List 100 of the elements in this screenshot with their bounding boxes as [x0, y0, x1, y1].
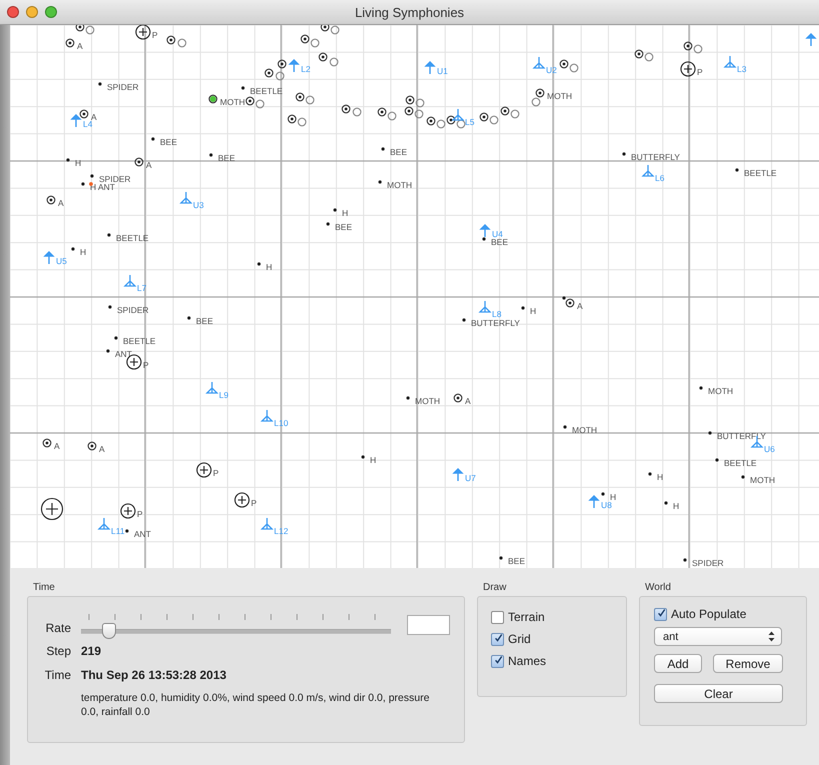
creature-label: BEE: [390, 147, 408, 157]
target-icon: [166, 36, 176, 44]
dot-icon: [125, 529, 129, 533]
slider-thumb[interactable]: [102, 623, 116, 639]
creature-label: MOTH: [220, 97, 246, 107]
creature-label: P: [152, 30, 158, 40]
dot-icon: [622, 152, 626, 156]
dot-icon: [735, 168, 739, 172]
creature-label: L3: [737, 64, 746, 74]
creature-label: L10: [274, 418, 288, 428]
creature-label: L6: [655, 173, 664, 183]
target-icon: [288, 114, 296, 124]
dot-icon: [81, 182, 85, 186]
checkbox[interactable]: [654, 608, 667, 620]
checkbox[interactable]: [491, 632, 504, 646]
add-button[interactable]: Add: [654, 654, 702, 673]
minimize-icon[interactable]: [26, 6, 38, 18]
antenna-icon: [533, 56, 546, 69]
creature-label: SPIDER: [99, 174, 131, 184]
dot-icon: [257, 262, 261, 266]
checkbox-label[interactable]: Terrain: [508, 610, 545, 624]
antenna-icon: [261, 409, 274, 422]
creature-label: MOTH: [572, 425, 598, 435]
target-icon: [42, 438, 52, 448]
creature-label: L9: [219, 390, 228, 400]
target-icon: [500, 106, 510, 116]
checkbox-label[interactable]: Grid: [508, 632, 531, 646]
dot-icon: [499, 556, 503, 560]
dot-icon: [241, 86, 245, 90]
creature-label: P: [137, 509, 143, 519]
remove-button[interactable]: Remove: [713, 654, 783, 673]
ring-icon: [388, 112, 396, 120]
zoom-icon[interactable]: [45, 6, 57, 18]
creature-label: ANT: [134, 529, 151, 539]
dot-icon: [699, 386, 703, 390]
target-icon: [88, 442, 96, 450]
arrow-icon: [806, 33, 816, 47]
creature-label: P: [213, 468, 219, 478]
field-label: Time: [44, 668, 71, 682]
checkbox[interactable]: [491, 654, 504, 668]
target-icon: [320, 25, 330, 32]
field-label: Step: [45, 644, 71, 658]
creature-label: MOTH: [547, 91, 572, 101]
target-icon: [296, 92, 304, 102]
target-icon: [246, 96, 254, 106]
creature-label: MOTH: [415, 396, 440, 406]
creature-label: BUTTERFLY: [631, 152, 680, 162]
creature-label: L4: [83, 119, 92, 129]
creature-label: ANT: [98, 182, 115, 192]
dot-icon: [601, 492, 605, 496]
creature-label: L11: [111, 526, 125, 536]
species-dropdown[interactable]: ant: [654, 627, 782, 646]
creature-label: L8: [492, 309, 502, 319]
checkbox-label[interactable]: Auto Populate: [671, 607, 746, 621]
ring-icon: [178, 38, 186, 48]
antenna-icon: [642, 164, 655, 177]
world-canvas[interactable]: [10, 25, 819, 568]
close-icon[interactable]: [7, 6, 19, 18]
arrow-icon: [480, 224, 490, 238]
target-icon: [454, 394, 462, 402]
dot-icon: [209, 153, 213, 157]
dot-icon: [108, 305, 112, 309]
antenna-icon: [206, 381, 219, 394]
ring-icon: [570, 64, 578, 72]
creature-label: BEE: [508, 556, 526, 566]
arrow-icon: [425, 61, 435, 75]
antenna-icon: [180, 191, 193, 204]
group-title: Draw: [482, 582, 508, 595]
target-icon: [560, 60, 568, 68]
dot-icon: [482, 237, 486, 241]
dot-icon: [151, 137, 155, 141]
creature-label: H: [75, 158, 82, 168]
creature-label: H: [370, 455, 376, 465]
dot-icon: [521, 306, 525, 310]
antenna-icon: [724, 55, 737, 68]
window-title: Living Symphonies: [354, 4, 464, 20]
ring-icon: [310, 38, 320, 48]
antenna-icon: [479, 300, 492, 313]
crosshair-icon: [680, 61, 696, 77]
creature-label: A: [58, 198, 64, 208]
dot-icon: [326, 222, 330, 226]
antenna-icon: [261, 517, 274, 530]
rate-input-field[interactable]: [407, 615, 450, 635]
checkbox[interactable]: [491, 610, 504, 624]
creature-label: U7: [465, 473, 476, 483]
creature-label: BEE: [335, 222, 352, 232]
dot-icon: [683, 558, 687, 562]
creature-label: A: [465, 396, 471, 406]
ring-icon: [694, 44, 702, 54]
target-icon: [80, 110, 88, 118]
step-value: 219: [81, 644, 102, 658]
creature-label: ANT: [115, 349, 132, 359]
ring-icon: [256, 100, 264, 108]
creature-label: H: [80, 247, 86, 257]
target-icon: [480, 112, 488, 122]
creature-label: H: [657, 472, 664, 482]
clear-button[interactable]: Clear: [654, 684, 783, 703]
checkbox-label[interactable]: Names: [508, 654, 546, 668]
creature-label: U3: [193, 200, 204, 210]
arrow-icon: [589, 495, 599, 509]
